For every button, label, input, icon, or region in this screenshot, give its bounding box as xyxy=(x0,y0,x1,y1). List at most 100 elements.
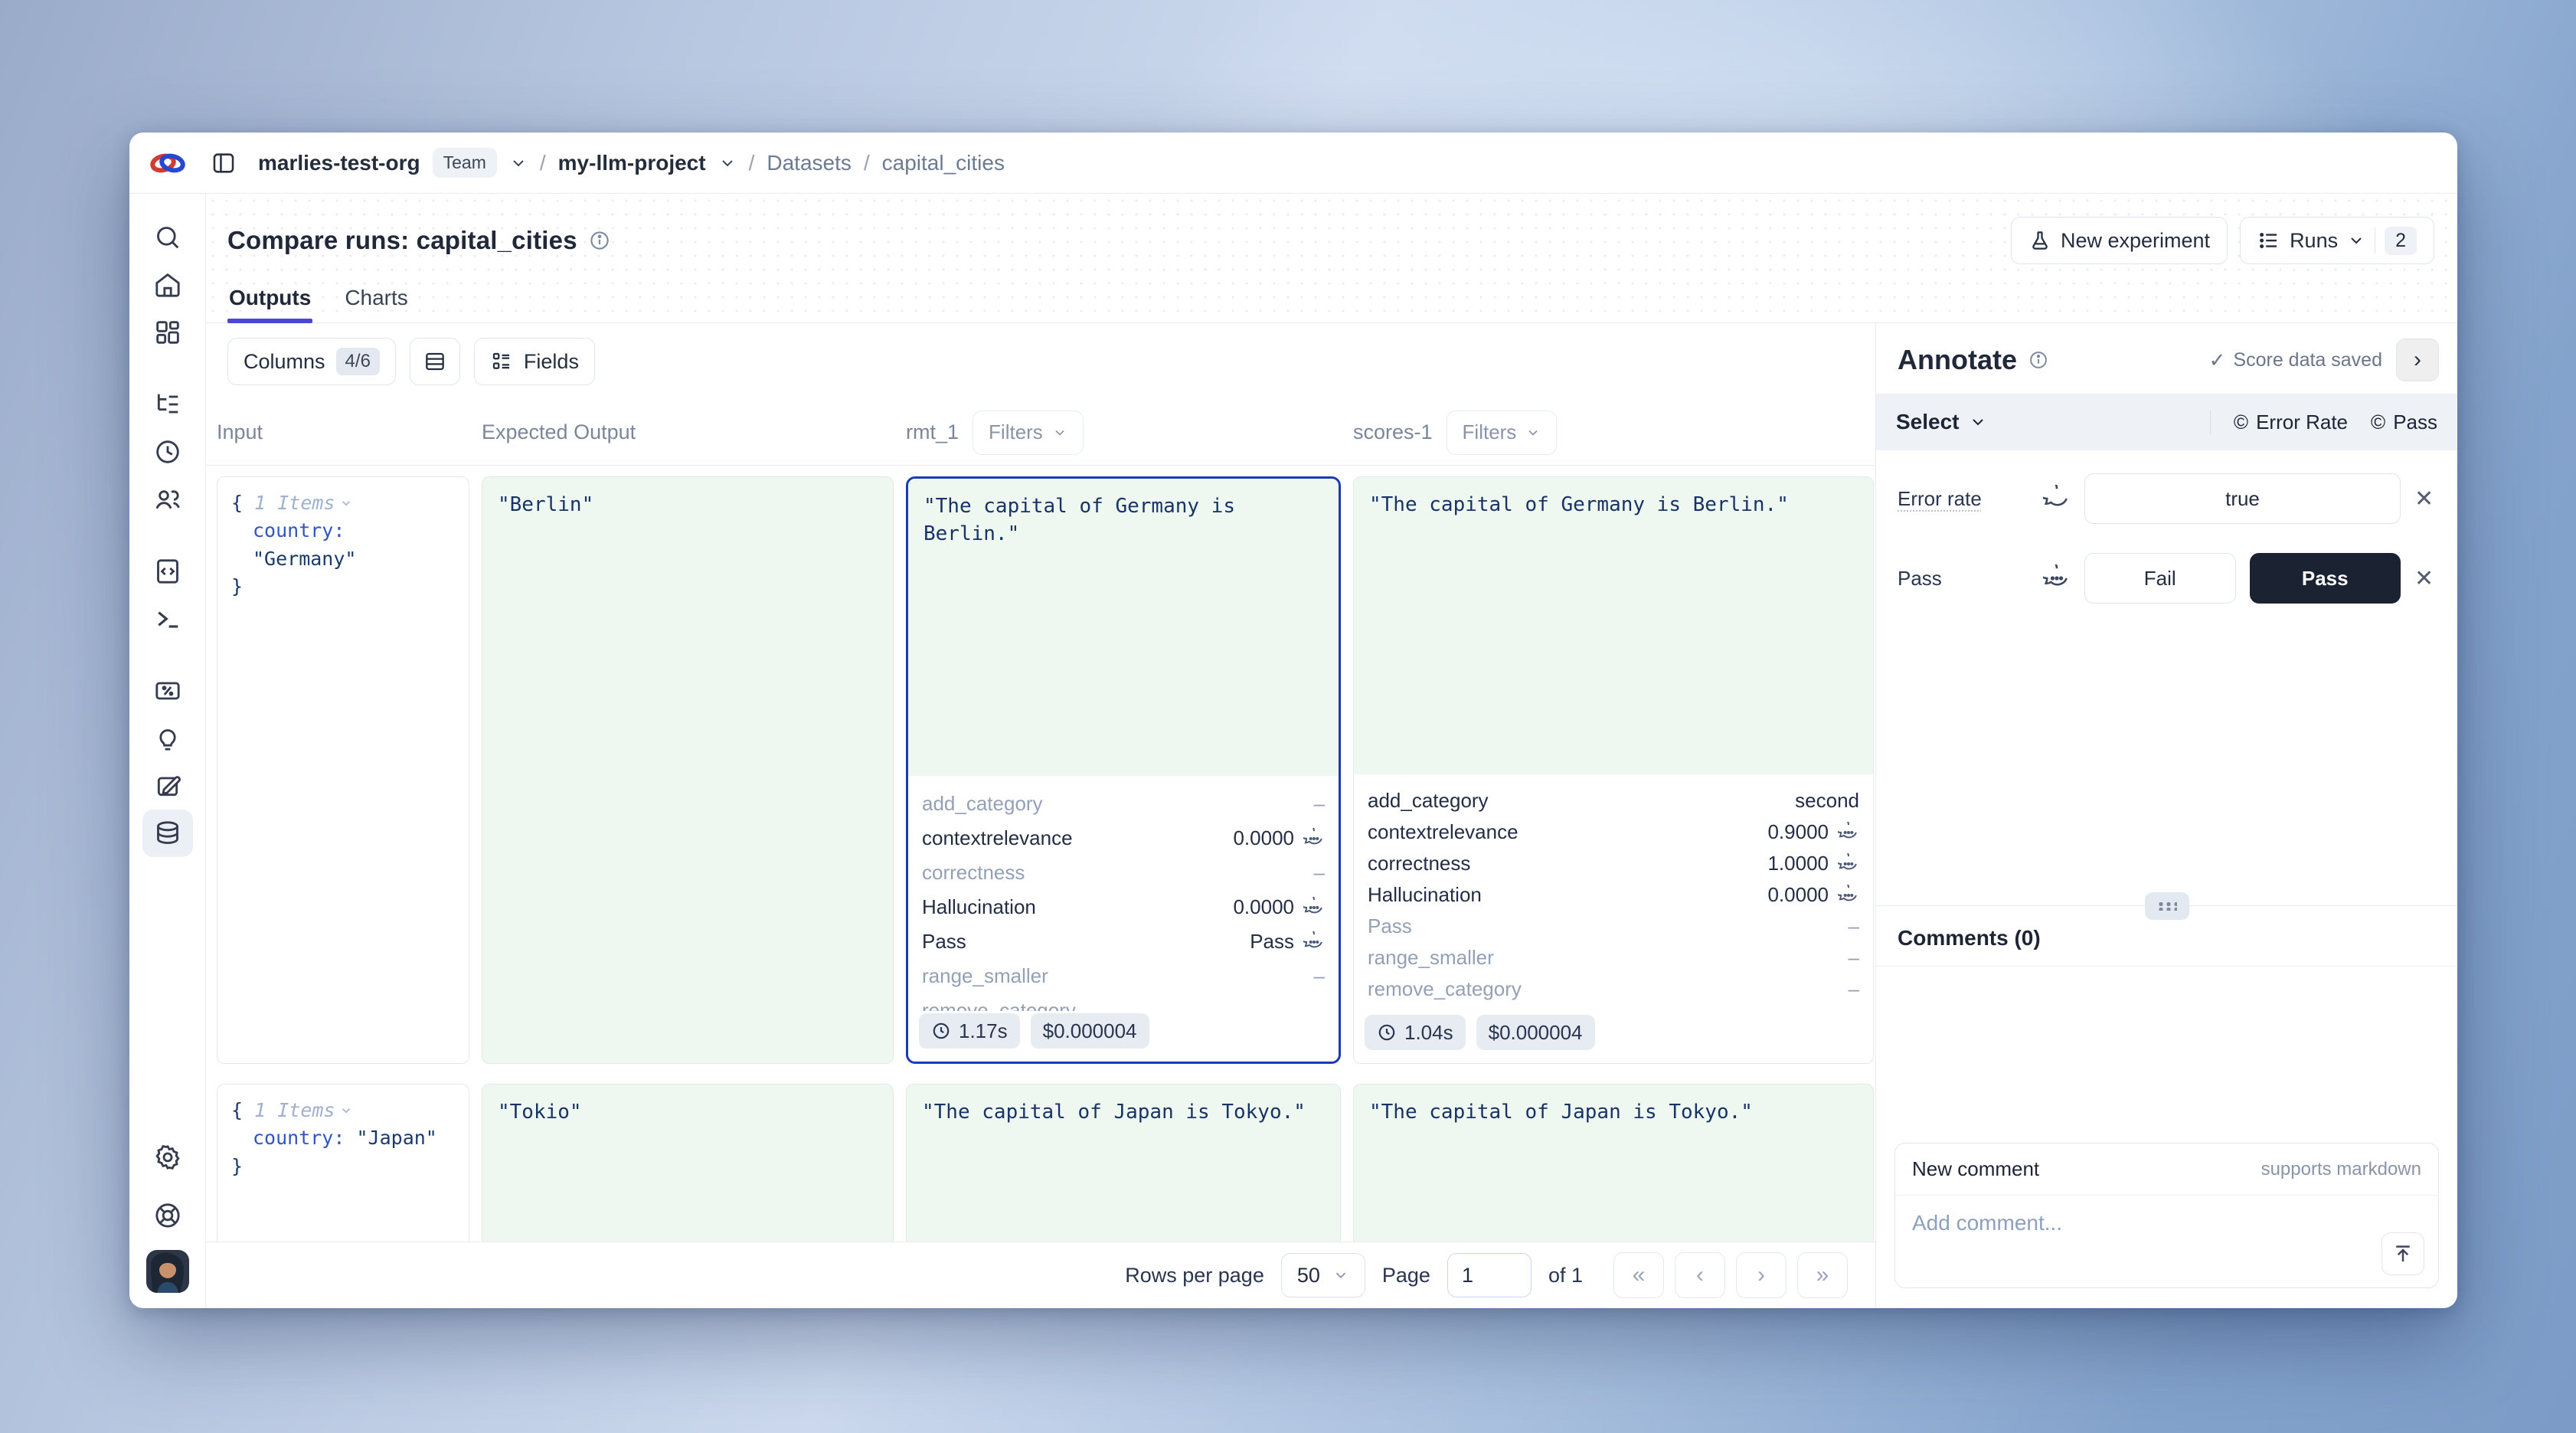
app-logo-icon[interactable] xyxy=(149,149,186,177)
users-icon[interactable] xyxy=(142,476,193,523)
annotate-panel: Annotate Score data saved Select xyxy=(1875,323,2457,1308)
info-icon[interactable] xyxy=(2028,349,2049,371)
dashboard-icon[interactable] xyxy=(142,309,193,356)
clear-field-icon[interactable] xyxy=(2414,565,2437,592)
comment-textarea[interactable]: Add comment... xyxy=(1912,1211,2062,1235)
sidebar-toggle-icon[interactable] xyxy=(206,146,241,181)
rows-per-page-select[interactable]: 50 xyxy=(1281,1253,1365,1297)
tab-charts[interactable]: Charts xyxy=(345,286,407,322)
panel-splitter[interactable] xyxy=(1876,905,2457,906)
clear-field-icon[interactable] xyxy=(2414,486,2437,512)
datasets-icon[interactable] xyxy=(142,810,193,857)
page-number-input[interactable]: 1 xyxy=(1447,1253,1532,1297)
breadcrumb-org[interactable]: marlies-test-org xyxy=(258,151,420,175)
expected-output-cell[interactable]: "Tokio" xyxy=(482,1084,894,1242)
double-chevron-left-icon xyxy=(1633,1262,1646,1288)
input-cell[interactable]: { 1 Items country: "Japan" } xyxy=(217,1084,469,1242)
columns-button[interactable]: Columns 4/6 xyxy=(227,338,396,385)
comment-bubble-icon[interactable] xyxy=(1303,931,1325,953)
rows-icon xyxy=(423,349,447,374)
comment-bubble-icon[interactable] xyxy=(2043,485,2071,512)
chip-error-rate[interactable]: Error Rate xyxy=(2234,411,2348,434)
latency-badge: 1.17s xyxy=(919,1013,1020,1049)
settings-gear-icon[interactable] xyxy=(142,1134,193,1181)
lightbulb-icon[interactable] xyxy=(142,715,193,762)
collapse-panel-button[interactable] xyxy=(2396,339,2439,381)
breadcrumb-dataset-name[interactable]: capital_cities xyxy=(882,151,1005,175)
tab-outputs[interactable]: Outputs xyxy=(229,286,311,322)
comment-bubble-icon[interactable] xyxy=(1838,885,1859,906)
scorer-icon xyxy=(2371,411,2385,434)
error-rate-input[interactable]: true xyxy=(2084,473,2401,524)
chip-pass[interactable]: Pass xyxy=(2371,411,2437,434)
page-label: Page xyxy=(1382,1264,1430,1287)
page-title: Compare runs: capital_cities xyxy=(227,226,577,255)
flask-icon xyxy=(2028,229,2051,252)
traces-tree-icon[interactable] xyxy=(142,381,193,428)
user-avatar[interactable] xyxy=(146,1250,189,1293)
terminal-icon[interactable] xyxy=(142,595,193,643)
input-cell[interactable]: { 1 Items country: "Germany" } xyxy=(217,476,469,1064)
score-row: add_category– xyxy=(922,787,1325,821)
submit-comment-button[interactable] xyxy=(2381,1232,2424,1275)
comment-bubble-icon[interactable] xyxy=(1838,822,1859,843)
info-icon[interactable] xyxy=(588,229,611,252)
breadcrumb-datasets[interactable]: Datasets xyxy=(767,151,852,175)
search-icon[interactable] xyxy=(142,214,193,261)
pass-option-button[interactable]: Pass xyxy=(2250,553,2401,604)
rows-per-page-label: Rows per page xyxy=(1125,1264,1264,1287)
comment-bubble-icon[interactable] xyxy=(1303,897,1325,918)
last-page-button[interactable] xyxy=(1797,1252,1848,1298)
breadcrumb-project[interactable]: my-llm-project xyxy=(558,151,706,175)
breadcrumb: marlies-test-org Team my-llm-project Dat… xyxy=(258,148,1005,178)
comment-bubble-icon[interactable] xyxy=(1303,828,1325,849)
comment-bubble-dots-icon[interactable] xyxy=(2043,564,2071,592)
next-page-button[interactable] xyxy=(1736,1252,1787,1298)
chevron-down-icon[interactable] xyxy=(509,154,528,172)
filters-button-run2[interactable]: Filters xyxy=(1447,411,1558,455)
chevron-down-icon[interactable] xyxy=(718,154,737,172)
check-icon xyxy=(2209,348,2226,372)
home-icon[interactable] xyxy=(142,261,193,309)
expected-output-cell[interactable]: "Berlin" xyxy=(482,476,894,1064)
runs-button[interactable]: Runs 2 xyxy=(2240,217,2434,264)
markdown-hint: supports markdown xyxy=(2261,1159,2421,1180)
annotate-title: Annotate xyxy=(1898,344,2017,376)
team-badge: Team xyxy=(433,148,497,178)
field-label: Pass xyxy=(1898,567,2029,591)
fields-button[interactable]: Fields xyxy=(474,338,595,385)
new-experiment-button[interactable]: New experiment xyxy=(2011,217,2228,264)
playground-icon[interactable] xyxy=(142,762,193,810)
code-file-icon[interactable] xyxy=(142,548,193,595)
evaluations-icon[interactable] xyxy=(142,667,193,715)
drag-handle[interactable] xyxy=(2145,892,2189,920)
scorer-icon xyxy=(2234,411,2248,434)
list-icon xyxy=(2257,229,2280,252)
run2-output-cell[interactable]: "The capital of Germany is Berlin." add_… xyxy=(1353,476,1874,1064)
cost-badge: $0.000004 xyxy=(1031,1013,1149,1049)
new-comment-card: New comment supports markdown Add commen… xyxy=(1894,1143,2439,1288)
row-height-button[interactable] xyxy=(410,338,460,385)
help-lifebuoy-icon[interactable] xyxy=(142,1192,193,1239)
double-chevron-right-icon xyxy=(1816,1262,1829,1288)
clock-icon xyxy=(1377,1022,1397,1042)
runs-label: Runs xyxy=(2290,229,2338,253)
first-page-button[interactable] xyxy=(1613,1252,1664,1298)
score-row: Hallucination0.0000 xyxy=(1368,879,1859,911)
filters-button-run1[interactable]: Filters xyxy=(973,411,1084,455)
left-icon-rail xyxy=(129,194,206,1308)
fail-option-button[interactable]: Fail xyxy=(2084,553,2236,604)
pagination-footer: Rows per page 50 Page 1 of 1 xyxy=(206,1242,1875,1308)
history-clock-icon[interactable] xyxy=(142,428,193,476)
score-row: contextrelevance0.9000 xyxy=(1368,816,1859,848)
fields-icon xyxy=(490,350,513,373)
run1-output-cell[interactable]: "The capital of Japan is Tokyo." xyxy=(906,1084,1341,1242)
run1-output-cell-selected[interactable]: "The capital of Germany is Berlin." add_… xyxy=(906,476,1341,1064)
score-list: add_categorysecondcontextrelevance0.9000… xyxy=(1354,774,1873,1013)
columns-count-badge: 4/6 xyxy=(336,348,380,375)
previous-page-button[interactable] xyxy=(1675,1252,1725,1298)
select-dropdown[interactable]: Select xyxy=(1896,410,1987,434)
chevron-down-icon xyxy=(2347,231,2365,250)
run2-output-cell[interactable]: "The capital of Japan is Tokyo." xyxy=(1353,1084,1874,1242)
comment-bubble-icon[interactable] xyxy=(1838,853,1859,875)
